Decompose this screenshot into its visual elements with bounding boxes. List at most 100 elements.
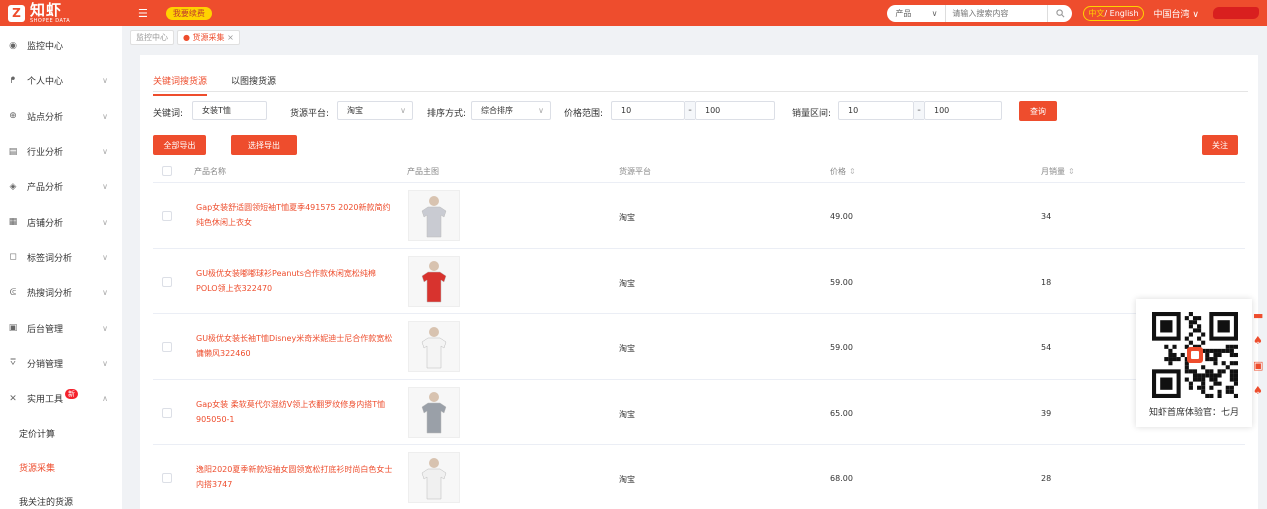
sidebar-item-7[interactable]: ᕳ 热搜词分析 ∨ [0,275,122,310]
sidebar-item-0[interactable]: ◉ 监控中心 [0,28,122,63]
sort-select[interactable]: 综合排序 ∨ [471,101,551,120]
search-input[interactable] [945,4,1048,22]
sidebar-item-8[interactable]: ▣ 后台管理 ∨ [0,310,122,345]
price-cell: 68.00 [830,474,853,483]
sidebar-item-9[interactable]: ⩢ 分销管理 ∨ [0,346,122,381]
filter-bar: 关键词: 女装T恤 货源平台: 淘宝 ∨ 排序方式: 综合排序 ∨ 价格范围: 10… [140,100,1258,122]
tab-keyword-search[interactable]: 关键词搜货源 [153,74,208,96]
search-icon [1056,8,1065,17]
breadcrumb-current-label: 货源采集 [192,32,225,42]
chat-icon[interactable]: ▬ [1253,309,1267,334]
platform-select[interactable]: 淘宝 ∨ [337,101,413,120]
product-photo-icon [421,457,447,499]
search-type-select[interactable]: 产品 ∨ [887,4,946,22]
row-checkbox[interactable] [162,407,172,418]
keyword-input[interactable]: 女装T恤 [192,101,267,120]
follow-button[interactable]: 关注 [1202,135,1238,155]
product-image[interactable] [408,321,460,372]
product-image[interactable] [408,190,460,241]
header-price[interactable]: 价格 ⇕ [830,166,856,177]
range-separator: - [914,101,924,120]
export-all-button[interactable]: 全部导出 [153,135,206,155]
product-name-link[interactable]: Gap女装 柔软莫代尔混纺V领上衣翻罗纹修身内搭T恤905050-1 [196,397,396,427]
sidebar-item-5[interactable]: ▦ 店铺分析 ∨ [0,204,122,239]
platform-cell: 淘宝 [619,278,635,288]
search-type-value: 产品 [895,8,912,18]
sidebar-item-10[interactable]: ✕ 实用工具新 ∧ [0,381,122,416]
chevron-icon: ∨ [102,358,108,368]
header-price-label: 价格 [830,167,846,176]
sidebar-item-label: 后台管理 [27,324,64,335]
product-name-link[interactable]: 逸阳2020夏季新款短袖女圆领宽松打底衫时尚白色女士内搭3747 [196,462,396,492]
tab-bar: 关键词搜货源 以图搜货源 [153,69,1248,96]
avatar[interactable] [1213,7,1259,19]
platform-label: 货源平台: [290,109,330,119]
sidebar-item-3[interactable]: ▤ 行业分析 ∨ [0,134,122,169]
product-name-link[interactable]: GU极优女装嘟嘟球衫Peanuts合作款休闲宽松纯棉POLO领上衣322470 [196,266,396,296]
tool-icon: ✕ [9,393,17,404]
region-select[interactable]: 中国台湾 ∨ [1154,7,1199,20]
breadcrumb-current[interactable]: ● 货源采集 × [177,29,240,45]
product-photo-icon [421,392,447,434]
sidebar: ◉ 监控中心 ᖰ 个人中心 ∨ ⊕ 站点分析 ∨ ▤ 行业分析 ∨ ◈ 产品分析 ∨ ▦ 店铺分析 ∨ ◻ 标签词分… [0,26,122,509]
sidebar-item-2[interactable]: ⊕ 站点分析 ∨ [0,99,122,134]
row-checkbox[interactable] [162,276,172,287]
search-button[interactable] [1047,4,1073,22]
top-bar: Z 知虾 SHOPEE DATA ☰ 我要续费 产品 ∨ 中文/ English… [0,0,1267,26]
sales-label: 销量区间: [792,109,832,119]
sort-icon[interactable]: ⇕ [849,167,856,176]
menu-toggle-icon[interactable]: ☰ [138,7,148,20]
product-image[interactable] [408,452,460,503]
price-cell: 49.00 [830,212,853,221]
price-max-input[interactable]: 100 [695,101,775,120]
product-image[interactable] [408,255,460,307]
chevron-icon: ∨ [102,323,108,333]
sort-icon[interactable]: ⇕ [1068,167,1075,176]
query-button[interactable]: 查询 [1019,101,1057,121]
renew-button[interactable]: 我要续费 [165,6,212,20]
sidebar-item-4[interactable]: ◈ 产品分析 ∨ [0,169,122,204]
logo[interactable]: Z 知虾 SHOPEE DATA [0,0,120,26]
chevron-icon: ∨ [102,217,108,227]
sidebar-item-1[interactable]: ᖰ 个人中心 ∨ [0,63,122,98]
row-checkbox[interactable] [162,211,172,221]
select-all-checkbox[interactable] [162,166,172,176]
admin-icon: ▣ [8,323,18,334]
header-sales[interactable]: 月销量 ⇕ [1041,166,1075,177]
row-checkbox[interactable] [162,342,172,352]
export-selected-button[interactable]: 选择导出 [231,135,297,155]
sidebar-item-6[interactable]: ◻ 标签词分析 ∨ [0,240,122,275]
header-sales-label: 月销量 [1041,167,1065,176]
sales-cell: 18 [1041,277,1052,287]
lang-zh: 中文 [1088,8,1105,18]
sidebar-subitem-followed[interactable]: 我关注的货源 [0,484,122,509]
sidebar-subitem-pricing[interactable]: 定价计算 [0,416,122,450]
row-checkbox[interactable] [162,473,172,483]
chevron-icon: ∨ [102,252,108,262]
price-cell: 65.00 [830,408,853,418]
table-header: 产品名称 产品主图 货源平台 价格 ⇕ 月销量 ⇕ [153,159,1245,183]
sales-cell: 28 [1041,474,1052,483]
tab-image-search[interactable]: 以图搜货源 [231,74,276,94]
bell-icon[interactable]: ♠ [1253,334,1267,359]
dot-icon: ● [183,32,193,42]
product-name-link[interactable]: GU极优女装长袖T恤Disney米奇米妮迪士尼合作款宽松慵懒风322460 [196,331,396,361]
product-name-link[interactable]: Gap女装舒适圆领短袖T恤夏季491575 2020新款简约纯色休闲上衣女 [196,200,396,230]
qr-panel: 知虾首席体验官：七月 [1136,299,1252,427]
product-image[interactable] [408,386,460,438]
sidebar-item-label: 产品分析 [27,183,64,194]
breadcrumb-home[interactable]: 监控中心 [130,29,174,45]
gift-icon[interactable]: ▣ [1253,359,1267,384]
notification-icon[interactable]: ♠ [1253,384,1267,409]
chevron-icon: ∨ [102,76,108,86]
language-switch[interactable]: 中文/ English [1083,5,1144,21]
sales-cell: 54 [1041,343,1052,352]
header-platform: 货源平台 [619,167,651,176]
sales-max-input[interactable]: 100 [924,101,1002,120]
table-row: Gap女装舒适圆领短袖T恤夏季491575 2020新款简约纯色休闲上衣女 淘宝 4… [153,183,1245,249]
monitor-icon: ◉ [9,40,17,51]
sales-min-input[interactable]: 10 [838,101,914,120]
close-icon[interactable]: × [227,33,234,42]
sidebar-subitem-sourcing[interactable]: 货源采集 [0,450,122,484]
price-min-input[interactable]: 10 [611,101,685,120]
